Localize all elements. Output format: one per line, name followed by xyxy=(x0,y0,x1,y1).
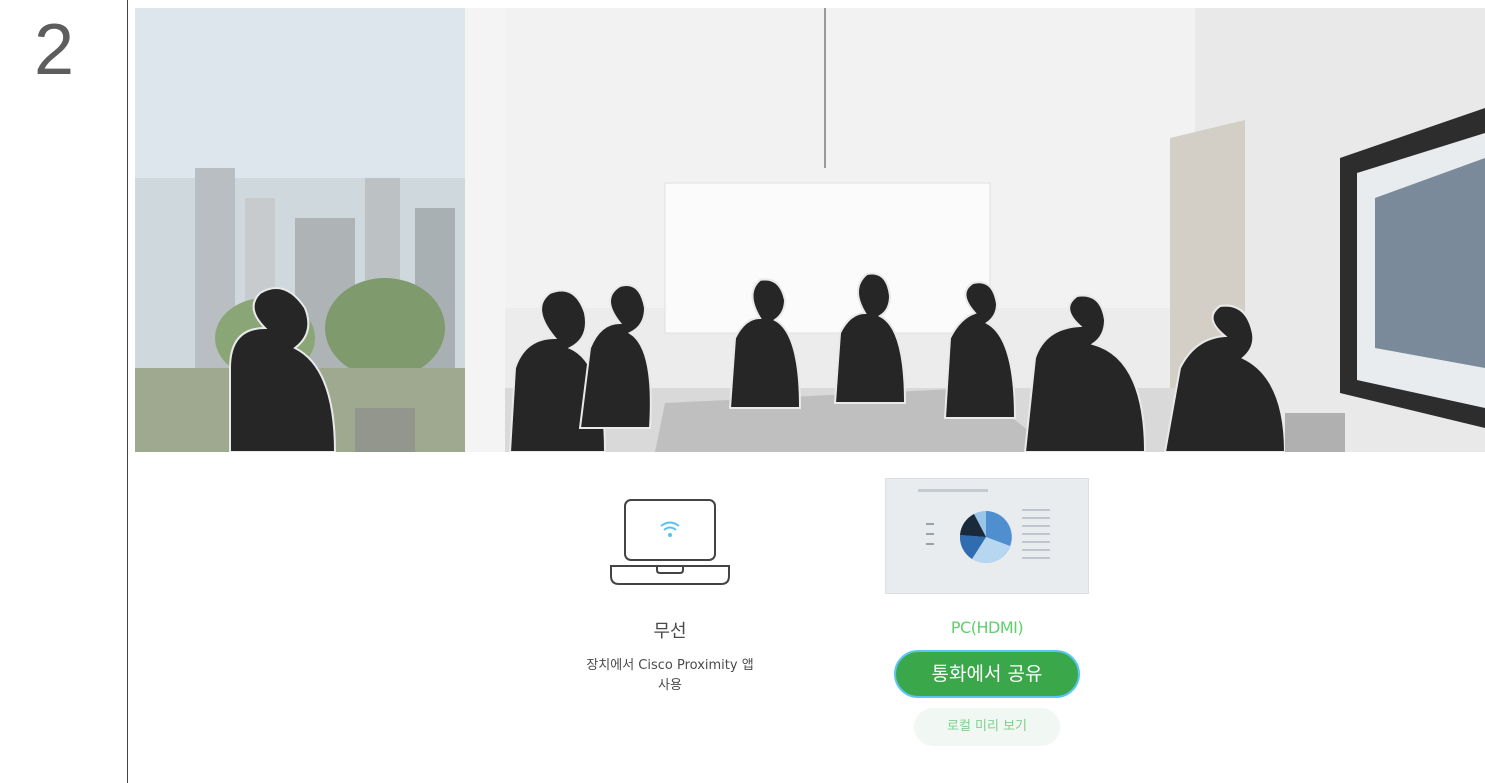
wireless-description: 장치에서 Cisco Proximity 앱 사용 xyxy=(520,656,820,696)
wireless-description-line2: 사용 xyxy=(658,678,682,693)
wireless-source: 무선 장치에서 Cisco Proximity 앱 사용 xyxy=(520,478,820,696)
share-in-call-button[interactable]: 통화에서 공유 xyxy=(894,650,1080,698)
wireless-description-line1: 장치에서 Cisco Proximity 앱 xyxy=(586,658,754,673)
hdmi-source[interactable]: PC(HDMI) 통화에서 공유 로컬 미리 보기 xyxy=(852,478,1122,746)
wireless-laptop-icon xyxy=(610,499,730,585)
local-preview-button[interactable]: 로컬 미리 보기 xyxy=(914,708,1060,746)
meeting-room-photo-icon xyxy=(135,8,1485,452)
frame-divider xyxy=(127,0,128,783)
step-number: 2 xyxy=(33,10,75,90)
wireless-label: 무선 xyxy=(653,621,687,642)
presentation-thumbnail[interactable] xyxy=(885,478,1089,594)
hdmi-label: PC(HDMI) xyxy=(950,618,1024,637)
meeting-room-photo xyxy=(135,8,1485,452)
presentation-pie-chart-thumbnail-icon xyxy=(886,479,1088,593)
